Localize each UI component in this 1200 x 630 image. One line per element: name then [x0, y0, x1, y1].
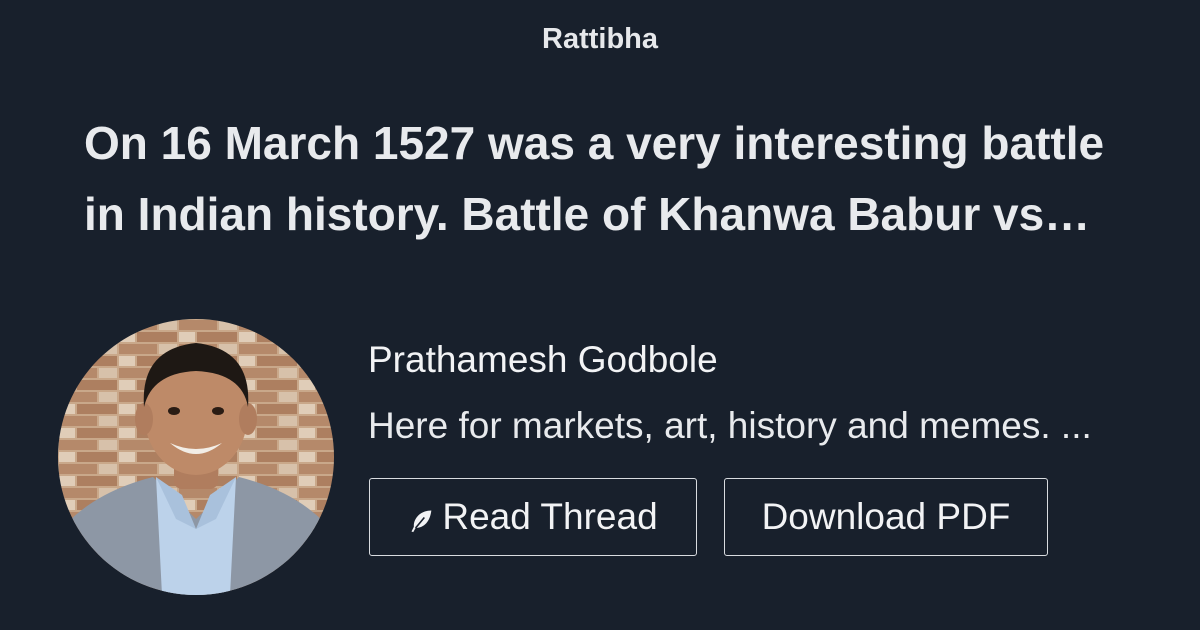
share-card: Rattibha On 16 March 1527 was a very int… — [0, 0, 1200, 630]
author-avatar[interactable] — [58, 319, 334, 595]
author-photo — [58, 319, 334, 595]
author-name[interactable]: Prathamesh Godbole — [368, 338, 718, 382]
author-bio: Here for markets, art, history and memes… — [368, 405, 1092, 446]
read-thread-label: Read Thread — [442, 496, 658, 537]
download-pdf-label: Download PDF — [761, 496, 1011, 537]
site-brand[interactable]: Rattibha — [0, 22, 1200, 56]
thread-title[interactable]: On 16 March 1527 was a very interesting … — [84, 108, 1114, 250]
download-pdf-button[interactable]: Download PDF — [724, 478, 1048, 556]
read-thread-button[interactable]: Read Thread — [369, 478, 697, 556]
feather-icon — [408, 507, 436, 535]
